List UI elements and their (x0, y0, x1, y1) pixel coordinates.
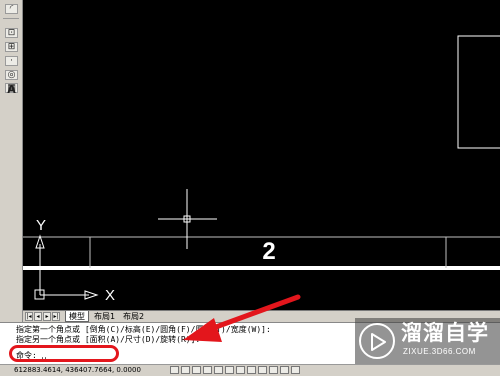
otrack-icon[interactable] (225, 366, 234, 374)
polar-icon[interactable] (203, 366, 212, 374)
ducs-icon[interactable] (236, 366, 245, 374)
ortho-icon[interactable] (192, 366, 201, 374)
coordinate-readout: 612883.4614, 436407.7664, 0.0000 (14, 366, 141, 374)
sc-icon[interactable] (280, 366, 289, 374)
snap-icon[interactable] (170, 366, 179, 374)
osnap-icon[interactable] (214, 366, 223, 374)
status-bar: 612883.4614, 436407.7664, 0.0000 (0, 364, 500, 376)
qp-icon[interactable] (269, 366, 278, 374)
lineweight-icon[interactable] (258, 366, 267, 374)
model-space-icon[interactable] (291, 366, 300, 374)
dyn-icon[interactable] (247, 366, 256, 374)
play-logo-icon (359, 323, 395, 359)
grid-icon[interactable] (181, 366, 190, 374)
play-triangle-icon (371, 333, 386, 351)
watermark-title: 溜溜自学 (401, 321, 489, 345)
watermark: 溜溜自学 ZIXUE.3D66.COM (355, 318, 500, 364)
watermark-subtitle: ZIXUE.3D66.COM (403, 347, 476, 356)
